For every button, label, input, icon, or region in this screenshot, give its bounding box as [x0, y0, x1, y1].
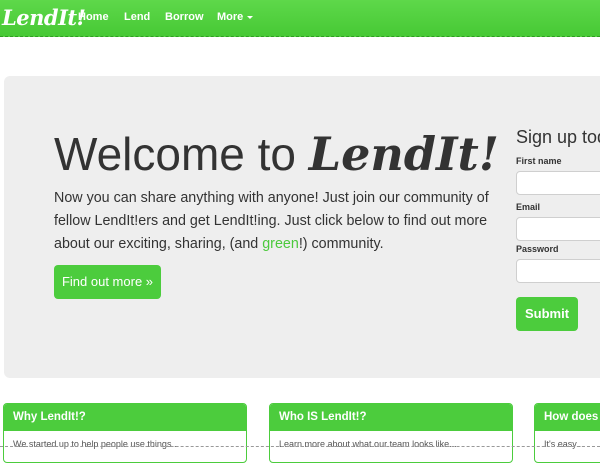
- nav-more-label: More: [217, 11, 244, 23]
- password-label: Password: [516, 244, 559, 254]
- caret-down-icon: [247, 15, 254, 19]
- email-field[interactable]: [516, 217, 600, 241]
- top-navbar: LendIt! Home Lend Borrow More: [0, 0, 600, 37]
- panel-who-is-lendit: Who IS LendIt!? Learn more about what ou…: [269, 403, 513, 463]
- hero-title-prefix: Welcome to: [54, 128, 309, 180]
- hero-text-green: green: [262, 236, 299, 252]
- panel-why-title: Why LendIt!?: [4, 404, 246, 431]
- hero-title: Welcome to LendIt!: [54, 126, 499, 182]
- nav-home-link[interactable]: Home: [78, 11, 109, 23]
- panel-why-lendit: Why LendIt!? We started up to help peopl…: [3, 403, 247, 463]
- hero-title-brand: LendIt!: [308, 127, 499, 181]
- email-label: Email: [516, 202, 541, 212]
- page-divider: [0, 446, 600, 447]
- first-name-label: First name: [516, 156, 562, 166]
- first-name-field[interactable]: [516, 171, 600, 195]
- nav-more-dropdown[interactable]: More: [217, 11, 254, 23]
- find-out-more-button[interactable]: Find out more »: [54, 265, 161, 299]
- nav-lend-link[interactable]: Lend: [124, 11, 150, 23]
- submit-button[interactable]: Submit: [516, 297, 578, 331]
- nav-borrow-link[interactable]: Borrow: [165, 11, 204, 23]
- password-field[interactable]: [516, 259, 600, 283]
- brand-logo[interactable]: LendIt!: [2, 5, 86, 30]
- panel-who-title: Who IS LendIt!?: [270, 404, 512, 431]
- signup-title: Sign up today: [516, 127, 600, 147]
- panel-how-title: How does it work?: [535, 404, 600, 450]
- hero-description: Now you can share anything with anyone! …: [54, 187, 494, 256]
- hero-text-part2: !) community.: [298, 236, 384, 252]
- panel-how-it-works: How does it work? It's easy...: [534, 403, 600, 463]
